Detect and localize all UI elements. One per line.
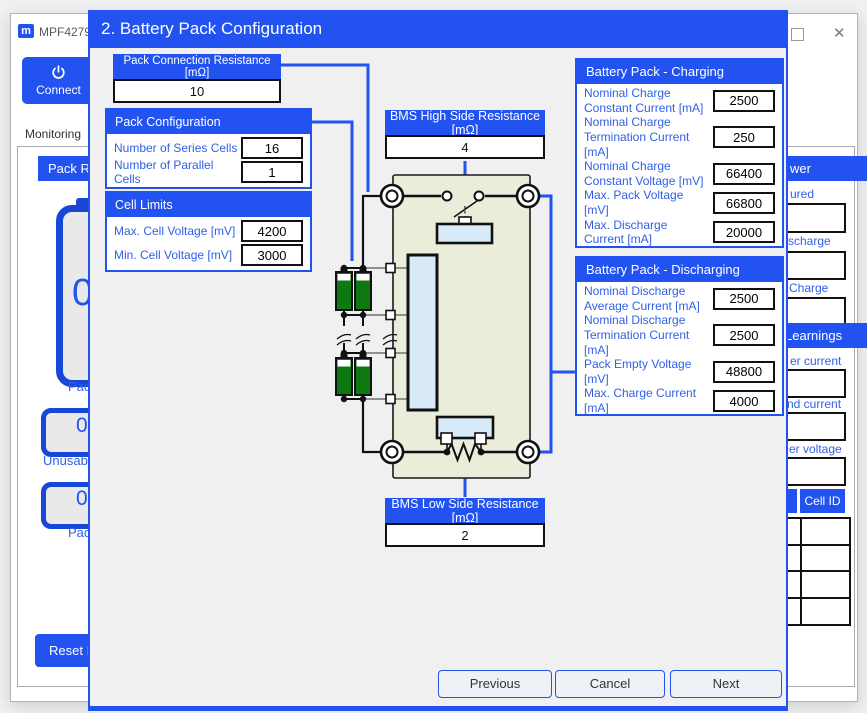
cell-id-header: Cell ID bbox=[800, 489, 845, 513]
parallel-cells-input[interactable] bbox=[241, 161, 303, 183]
max-cell-voltage-row: Max. Cell Voltage [mV] bbox=[107, 219, 310, 243]
nominal-discharge-termination-current-label: Nominal Discharge Termination Current [m… bbox=[584, 313, 713, 357]
close-icon[interactable]: ✕ bbox=[833, 24, 846, 42]
max-pack-voltage-input[interactable] bbox=[713, 192, 775, 214]
series-cells-input[interactable] bbox=[241, 137, 303, 159]
pack-gauge-2-value: 0 bbox=[76, 487, 88, 511]
tab-monitoring[interactable]: Monitoring bbox=[25, 127, 81, 141]
charge-label: Charge bbox=[789, 281, 828, 295]
bms-high-side-resistance-input[interactable] bbox=[385, 135, 545, 159]
max-pack-voltage-label: Max. Pack Voltage [mV] bbox=[584, 188, 713, 217]
dialog-bottom-border bbox=[88, 706, 788, 711]
charging-panel-title: Battery Pack - Charging bbox=[577, 60, 782, 84]
next-button[interactable]: Next bbox=[670, 670, 782, 698]
charging-row: Nominal Charge Termination Current [mA] bbox=[577, 115, 782, 159]
bms-low-side-resistance-header: BMS Low Side Resistance [mΩ] bbox=[385, 498, 545, 523]
nominal-charge-constant-current-label: Nominal Charge Constant Current [mA] bbox=[584, 86, 713, 115]
min-cell-voltage-input[interactable] bbox=[241, 244, 303, 266]
series-cells-row: Number of Series Cells bbox=[107, 136, 310, 160]
bms-low-side-resistance-input[interactable] bbox=[385, 523, 545, 547]
cell-id-field[interactable] bbox=[800, 517, 851, 546]
pack-configuration-title: Pack Configuration bbox=[107, 110, 310, 134]
nominal-discharge-average-current-label: Nominal Discharge Average Current [mA] bbox=[584, 284, 713, 313]
nominal-discharge-termination-current-input[interactable] bbox=[713, 324, 775, 346]
max-discharge-current-label: Max. Discharge Current [mA] bbox=[584, 218, 713, 247]
discharging-panel-title: Battery Pack - Discharging bbox=[577, 258, 782, 282]
connect-button-label: Connect bbox=[36, 83, 81, 97]
cell-id-field[interactable] bbox=[800, 597, 851, 626]
window-title: MPF4279 bbox=[39, 25, 91, 39]
pack-connection-resistance-header: Pack Connection Resistance [mΩ] bbox=[113, 54, 281, 79]
max-discharge-current-input[interactable] bbox=[713, 221, 775, 243]
min-cell-voltage-label: Min. Cell Voltage [mV] bbox=[114, 248, 241, 262]
parallel-cells-label: Number of Parallel Cells bbox=[114, 158, 241, 186]
min-cell-voltage-row: Min. Cell Voltage [mV] bbox=[107, 243, 310, 267]
discharge-label: scharge bbox=[788, 234, 831, 248]
pack-empty-voltage-input[interactable] bbox=[713, 361, 775, 383]
nominal-charge-constant-voltage-input[interactable] bbox=[713, 163, 775, 185]
nominal-charge-termination-current-label: Nominal Charge Termination Current [mA] bbox=[584, 115, 713, 159]
unusable-gauge-label: Unusabl bbox=[43, 453, 91, 468]
max-cell-voltage-input[interactable] bbox=[241, 220, 303, 242]
dialog-titlebar: 2. Battery Pack Configuration bbox=[88, 10, 788, 48]
pack-configuration-panel: Pack Configuration Number of Series Cell… bbox=[105, 108, 312, 189]
pack-connection-resistance-input[interactable] bbox=[113, 79, 281, 103]
current-label-2: nd current bbox=[787, 397, 841, 411]
discharging-row: Nominal Discharge Average Current [mA] bbox=[577, 284, 782, 313]
pack-empty-voltage-label: Pack Empty Voltage [mV] bbox=[584, 357, 713, 386]
battery-pack-configuration-dialog: 2. Battery Pack Configuration Pack Conne… bbox=[88, 10, 788, 711]
nominal-discharge-average-current-input[interactable] bbox=[713, 288, 775, 310]
dialog-title: 2. Battery Pack Configuration bbox=[88, 10, 788, 48]
parallel-cells-row: Number of Parallel Cells bbox=[107, 160, 310, 184]
series-cells-label: Number of Series Cells bbox=[114, 141, 241, 155]
discharging-row: Nominal Discharge Termination Current [m… bbox=[577, 313, 782, 357]
cell-id-field[interactable] bbox=[800, 570, 851, 599]
charging-row: Max. Pack Voltage [mV] bbox=[577, 188, 782, 217]
cell-id-field[interactable] bbox=[800, 544, 851, 573]
battery-pack-discharging-panel: Battery Pack - Discharging Nominal Disch… bbox=[575, 256, 784, 416]
max-charge-current-input[interactable] bbox=[713, 390, 775, 412]
current-label-1: er current bbox=[790, 354, 841, 368]
mps-logo: m bbox=[18, 24, 34, 38]
charging-row: Nominal Charge Constant Current [mA] bbox=[577, 86, 782, 115]
maximize-icon[interactable] bbox=[791, 28, 804, 41]
nominal-charge-constant-current-input[interactable] bbox=[713, 90, 775, 112]
discharging-row: Max. Charge Current [mA] bbox=[577, 386, 782, 415]
max-charge-current-label: Max. Charge Current [mA] bbox=[584, 386, 713, 415]
cell-limits-panel: Cell Limits Max. Cell Voltage [mV] Min. … bbox=[105, 191, 312, 272]
charging-row: Max. Discharge Current [mA] bbox=[577, 218, 782, 247]
max-cell-voltage-label: Max. Cell Voltage [mV] bbox=[114, 224, 241, 238]
battery-pack-charging-panel: Battery Pack - Charging Nominal Charge C… bbox=[575, 58, 784, 248]
unusable-gauge-value: 0 bbox=[76, 414, 88, 438]
cell-limits-title: Cell Limits bbox=[107, 193, 310, 217]
connect-button[interactable]: Connect bbox=[22, 57, 95, 104]
nominal-charge-constant-voltage-label: Nominal Charge Constant Voltage [mV] bbox=[584, 159, 713, 188]
cancel-button[interactable]: Cancel bbox=[555, 670, 665, 698]
previous-button[interactable]: Previous bbox=[438, 670, 552, 698]
charging-row: Nominal Charge Constant Voltage [mV] bbox=[577, 159, 782, 188]
voltage-label: er voltage bbox=[789, 442, 842, 456]
nominal-charge-termination-current-input[interactable] bbox=[713, 126, 775, 148]
discharging-row: Pack Empty Voltage [mV] bbox=[577, 357, 782, 386]
measured-label: ured bbox=[790, 187, 814, 201]
power-icon bbox=[50, 64, 67, 81]
bms-high-side-resistance-header: BMS High Side Resistance [mΩ] bbox=[385, 110, 545, 135]
